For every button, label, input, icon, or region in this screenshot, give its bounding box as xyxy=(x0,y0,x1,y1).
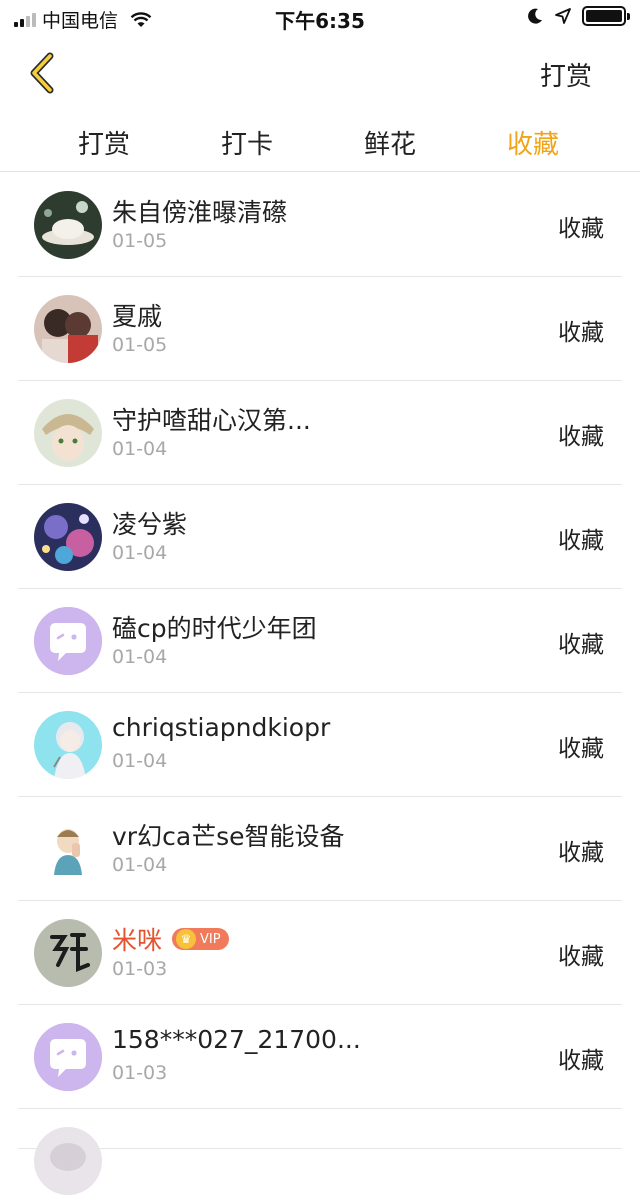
battery-icon xyxy=(582,6,630,26)
date-label: 01-04 xyxy=(112,854,168,876)
date-label: 01-04 xyxy=(112,542,168,564)
default-avatar-icon xyxy=(34,1023,102,1091)
crown-icon: ♛ xyxy=(176,929,197,949)
list-item[interactable]: 158***027_21700... 01-03 收藏 xyxy=(18,1005,622,1109)
avatar xyxy=(34,1127,102,1195)
avatar xyxy=(34,919,102,987)
list-item[interactable]: 朱自傍淮曝清礤 01-05 收藏 xyxy=(18,173,622,277)
tip-button[interactable]: 打赏 xyxy=(540,56,592,93)
vip-badge-label: VIP xyxy=(200,931,221,947)
nav-bar: 打赏 xyxy=(0,36,640,110)
action-label: 收藏 xyxy=(558,840,604,866)
date-label: 01-04 xyxy=(112,646,168,668)
action-label: 收藏 xyxy=(558,320,604,346)
list-item[interactable]: 凌兮紫 01-04 收藏 xyxy=(18,485,622,589)
avatar xyxy=(34,815,102,883)
list-item[interactable]: 守护喳甜心汉第... 01-04 收藏 xyxy=(18,381,622,485)
default-avatar-icon xyxy=(34,607,102,675)
vip-badge: ♛ VIP xyxy=(172,928,229,950)
list-item[interactable]: 夏戚 01-05 收藏 xyxy=(18,277,622,381)
user-name: 凌兮紫 xyxy=(112,510,188,539)
user-name: 守护喳甜心汉第... xyxy=(112,406,311,435)
avatar xyxy=(34,711,102,779)
action-label: 收藏 xyxy=(558,1048,604,1074)
user-name: 米咪 xyxy=(112,926,163,955)
date-label: 01-05 xyxy=(112,230,168,252)
user-name: 磕cp的时代少年团 xyxy=(112,614,317,643)
avatar xyxy=(34,295,102,363)
moon-icon xyxy=(528,8,542,24)
avatar xyxy=(34,399,102,467)
status-bar: 中国电信 下午6:35 xyxy=(0,0,640,36)
user-name: chriqstiapndkiopr xyxy=(112,713,331,742)
action-label: 收藏 xyxy=(558,424,604,450)
user-name: 夏戚 xyxy=(112,302,163,331)
action-label: 收藏 xyxy=(558,528,604,554)
list-item[interactable]: vr幻ca芒se智能设备 01-04 收藏 xyxy=(18,797,622,901)
user-name-vip: 米咪 ♛ VIP xyxy=(112,921,229,957)
list-item-partial[interactable] xyxy=(18,1109,622,1195)
action-label: 收藏 xyxy=(558,632,604,658)
user-name: 朱自傍淮曝清礤 xyxy=(112,198,288,227)
favorites-list: 朱自傍淮曝清礤 01-05 收藏 夏戚 01-05 收藏 守护喳甜心汉第... … xyxy=(0,173,640,1195)
list-item[interactable]: 磕cp的时代少年团 01-04 收藏 xyxy=(18,589,622,693)
tab-bar: 打赏 打卡 鲜花 收藏 xyxy=(0,110,640,172)
tab-checkin[interactable]: 打卡 xyxy=(187,124,307,161)
action-label: 收藏 xyxy=(558,216,604,242)
location-arrow-icon xyxy=(555,8,571,24)
action-label: 收藏 xyxy=(558,736,604,762)
tab-flowers[interactable]: 鲜花 xyxy=(330,124,450,161)
tab-favorites[interactable]: 收藏 xyxy=(473,124,593,161)
tab-tip[interactable]: 打赏 xyxy=(44,124,164,161)
date-label: 01-04 xyxy=(112,750,168,772)
list-item[interactable]: chriqstiapndkiopr 01-04 收藏 xyxy=(18,693,622,797)
date-label: 01-03 xyxy=(112,1062,168,1084)
status-right xyxy=(526,6,630,26)
date-label: 01-04 xyxy=(112,438,168,460)
avatar xyxy=(34,503,102,571)
list-item[interactable]: 米咪 ♛ VIP 01-03 收藏 xyxy=(18,901,622,1005)
date-label: 01-05 xyxy=(112,334,168,356)
user-name: 158***027_21700... xyxy=(112,1025,361,1054)
date-label: 01-03 xyxy=(112,958,168,980)
back-button[interactable] xyxy=(22,50,62,96)
action-label: 收藏 xyxy=(558,944,604,970)
user-name: vr幻ca芒se智能设备 xyxy=(112,822,345,851)
avatar xyxy=(34,191,102,259)
